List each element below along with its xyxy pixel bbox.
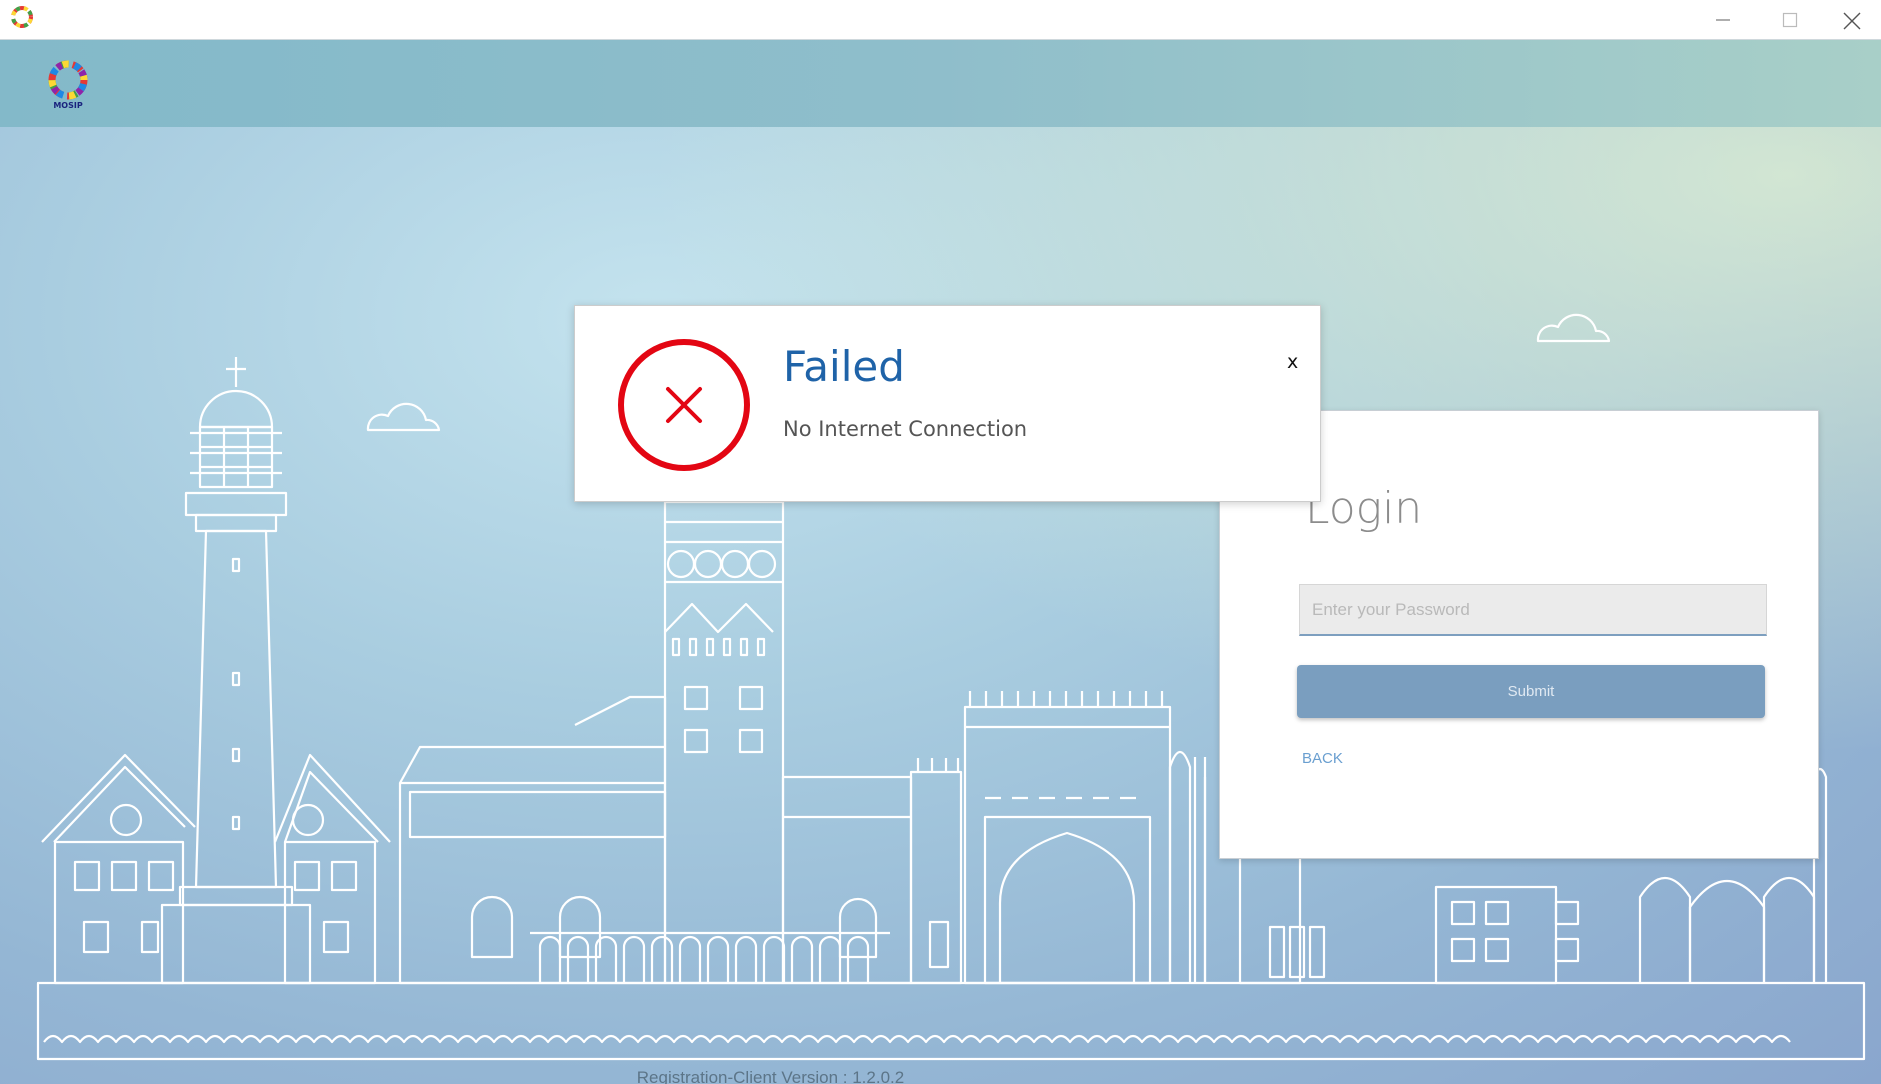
cloud-icon xyxy=(366,402,441,432)
app-header: MOSIP xyxy=(0,40,1881,127)
cloud-icon xyxy=(1536,313,1611,343)
login-title: Login xyxy=(1305,483,1423,534)
close-icon xyxy=(1843,12,1861,30)
app-logo-icon xyxy=(11,6,33,28)
maximize-button[interactable] xyxy=(1760,0,1820,40)
svg-text:MOSIP: MOSIP xyxy=(53,101,83,110)
dialog-message: No Internet Connection xyxy=(783,417,1028,441)
mosip-logo: MOSIP xyxy=(48,60,88,110)
back-link[interactable]: BACK xyxy=(1302,750,1343,767)
minimize-button[interactable] xyxy=(1693,0,1753,40)
close-window-button[interactable] xyxy=(1821,0,1881,40)
dialog-title: Failed xyxy=(783,342,905,391)
maximize-icon xyxy=(1782,12,1798,28)
password-input[interactable] xyxy=(1299,584,1767,636)
dialog-close-button[interactable]: x xyxy=(1287,351,1298,373)
submit-button[interactable]: Submit xyxy=(1297,665,1765,718)
version-label: Registration-Client Version : 1.2.0.2 xyxy=(636,1068,905,1084)
window-titlebar xyxy=(0,0,1881,40)
error-x-icon xyxy=(618,339,750,471)
failure-dialog: Failed No Internet Connection x xyxy=(574,305,1321,502)
minimize-icon xyxy=(1716,19,1730,21)
